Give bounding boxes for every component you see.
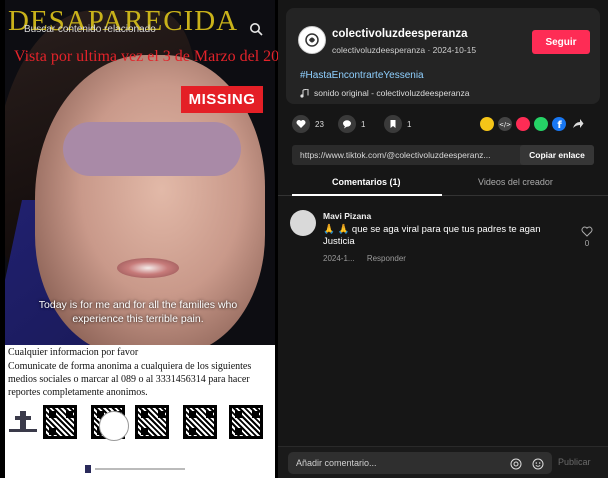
save-action[interactable]: 1 xyxy=(384,115,411,133)
embed-share-icon[interactable] xyxy=(480,117,494,131)
bookmark-icon[interactable] xyxy=(384,115,402,133)
comment-like-count: 0 xyxy=(584,239,590,248)
eye-blur-censor xyxy=(63,122,241,176)
like-action[interactable]: 23 xyxy=(292,115,324,133)
tab-creator-videos[interactable]: Videos del creador xyxy=(478,177,553,187)
related-search-bar[interactable]: Buscar contenido relacionado xyxy=(18,20,263,38)
missing-badge: MISSING xyxy=(181,86,263,113)
related-search-input[interactable]: Buscar contenido relacionado xyxy=(18,24,249,35)
whatsapp-share-icon[interactable] xyxy=(534,117,548,131)
follow-button[interactable]: Seguir xyxy=(532,30,590,54)
qr-code-tiktok xyxy=(135,405,169,439)
share-link-row: https://www.tiktok.com/@colectivoluzdees… xyxy=(292,145,594,165)
action-bar: 23 1 1 </> f xyxy=(292,115,598,135)
sound-link[interactable]: sonido original - colectivoluzdeesperanz… xyxy=(300,88,469,98)
comment-text: 🙏 🙏 que se aga viral para que tus padres… xyxy=(323,224,541,247)
share-link-url[interactable]: https://www.tiktok.com/@colectivoluzdees… xyxy=(300,150,510,160)
commenter-avatar[interactable] xyxy=(290,210,316,236)
post-comment-button[interactable]: Publicar xyxy=(558,457,591,467)
music-note-icon xyxy=(300,88,309,98)
tab-comments[interactable]: Comentarios (1) xyxy=(332,177,401,187)
video-details-panel: colectivoluzdeesperanza colectivoluzdees… xyxy=(278,0,608,478)
mention-icon[interactable] xyxy=(510,458,522,470)
comment-like[interactable]: 0 xyxy=(580,226,594,248)
video-player[interactable]: DESAPARECIDA Buscar contenido relacionad… xyxy=(0,0,278,478)
svg-text:f: f xyxy=(557,120,562,131)
more-share-icon[interactable] xyxy=(572,118,584,130)
info-lead: Cualquier informacion por favor xyxy=(8,347,139,358)
comment-count: 1 xyxy=(361,119,366,129)
qr-code-facebook xyxy=(43,405,77,439)
photo-mouth xyxy=(117,258,179,278)
like-count: 23 xyxy=(315,119,324,129)
code-share-icon[interactable]: </> xyxy=(498,117,512,131)
qr-code-photo xyxy=(183,405,217,439)
poster-footer-strip xyxy=(85,465,185,473)
author-avatar[interactable] xyxy=(298,26,326,54)
author-card: colectivoluzdeesperanza colectivoluzdees… xyxy=(286,8,600,104)
reply-button[interactable]: Responder xyxy=(367,254,406,263)
comment-date: 2024-1... xyxy=(323,254,355,263)
comment-icon[interactable] xyxy=(338,115,356,133)
comment-action[interactable]: 1 xyxy=(338,115,365,133)
agency-seal xyxy=(99,411,129,441)
video-caption: Today is for me and for all the families… xyxy=(38,299,238,325)
commenter-name[interactable]: Mavi Pizana xyxy=(323,211,371,221)
facebook-share-icon[interactable]: f xyxy=(552,117,566,131)
copy-link-button[interactable]: Copiar enlace xyxy=(520,145,594,165)
active-tab-indicator xyxy=(292,194,442,196)
save-count: 1 xyxy=(407,119,412,129)
comment-composer: Publicar xyxy=(278,446,608,478)
collective-logo-icon xyxy=(305,33,319,47)
hashtag-link[interactable]: #HastaEncontrarteYessenia xyxy=(300,70,424,81)
svg-text:</>: </> xyxy=(499,122,511,129)
comment-heart-icon[interactable] xyxy=(581,226,593,237)
author-meta: colectivoluzdeesperanza · 2024-10-15 xyxy=(332,45,477,55)
heart-icon[interactable] xyxy=(292,115,310,133)
search-icon[interactable] xyxy=(249,22,263,36)
qr-code-row xyxy=(5,405,275,447)
organization-logo xyxy=(9,411,37,432)
author-name[interactable]: colectivoluzdeesperanza xyxy=(332,28,468,40)
qr-code-other xyxy=(229,405,263,439)
repost-share-icon[interactable] xyxy=(516,117,530,131)
poster-info-panel: Cualquier informacion por favor Comunica… xyxy=(5,345,275,478)
emoji-icon[interactable] xyxy=(532,458,544,470)
poster-last-seen: Vista por ultima vez el 3 de Marzo del 2… xyxy=(14,48,278,65)
info-body: Comunicate de forma anonima a cualquiera… xyxy=(8,361,252,398)
comment-item: Mavi Pizana 🙏 🙏 que se aga viral para qu… xyxy=(290,208,600,268)
comment-meta: 2024-1... Responder xyxy=(323,254,416,263)
sound-label: sonido original - colectivoluzdeesperanz… xyxy=(314,88,470,98)
comment-tabs: Comentarios (1) Videos del creador xyxy=(278,172,608,196)
